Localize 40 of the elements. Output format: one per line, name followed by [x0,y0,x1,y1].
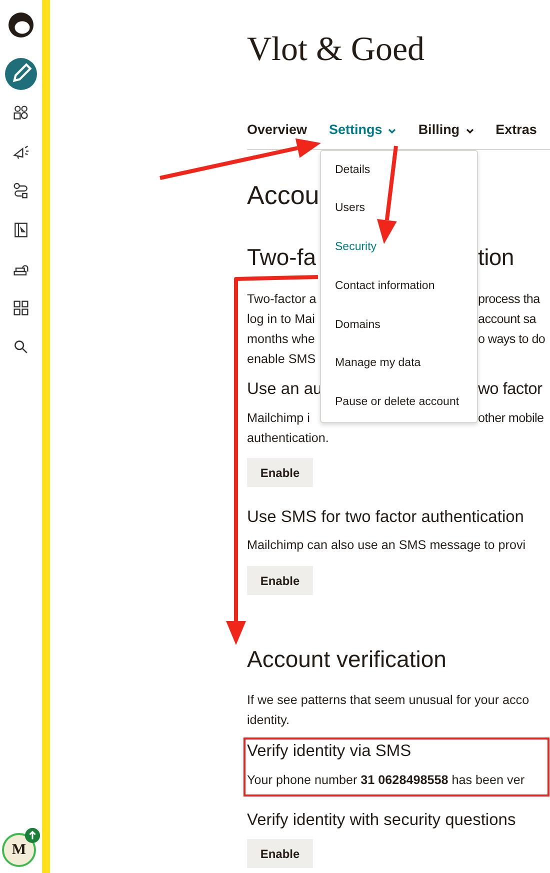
enable-button[interactable]: Enable [247,566,313,595]
nav-tab[interactable]: Overview [247,120,308,141]
section-heading: tion [478,243,515,272]
menu-item[interactable]: Security [335,228,463,268]
body-text: Two-factor a [247,291,316,308]
nav-tab[interactable]: Billing [418,120,474,141]
section-heading: Two-fa [247,243,316,272]
body-text: o ways to do [478,331,546,348]
body-text: enable SMS [247,351,316,368]
logo-icon[interactable] [6,10,36,40]
nav-tab[interactable]: Settings [329,120,396,141]
body-text: months whe [247,331,315,348]
menu-item[interactable]: Domains [335,306,463,345]
menu-item[interactable]: Pause or delete account [335,383,463,422]
body-text: Mailchimp i [247,410,310,427]
nav-tab[interactable]: Extras [496,120,537,141]
body-text: account sa [478,311,538,328]
menu-item[interactable]: Users [335,190,463,228]
subsection-heading: Verify identity with security questions [247,810,516,831]
body-text: Your phone number 31 0628498558 has been ver [247,772,525,789]
page-title: Vlot & Goed [247,30,426,70]
subsection-heading: Use SMS for two factor authentication [247,507,524,528]
page-heading: Accou [247,179,320,212]
enable-button[interactable]: Enable [247,839,313,868]
body-text: log in to Mai [247,311,315,328]
enable-button[interactable]: Enable [247,458,313,487]
pencil-icon[interactable] [5,58,37,90]
menu-item[interactable]: Details [335,151,463,190]
menu-item[interactable]: Contact information [335,267,463,306]
menu-item[interactable]: Manage my data [335,344,463,384]
avatar[interactable]: M [2,833,36,867]
body-text: identity. [247,712,290,729]
section-heading: Account verification [247,645,446,674]
body-text: Mailchimp can also use an SMS message to provi [247,537,526,554]
body-text: other mobile [478,410,545,427]
subsection-heading: Verify identity via SMS [247,741,412,762]
body-text: process tha [478,291,542,308]
body-text: authentication. [247,430,329,447]
body-text: If we see patterns that seem unusual for your acco [247,692,530,709]
subsection-heading: wo factor [478,379,544,400]
